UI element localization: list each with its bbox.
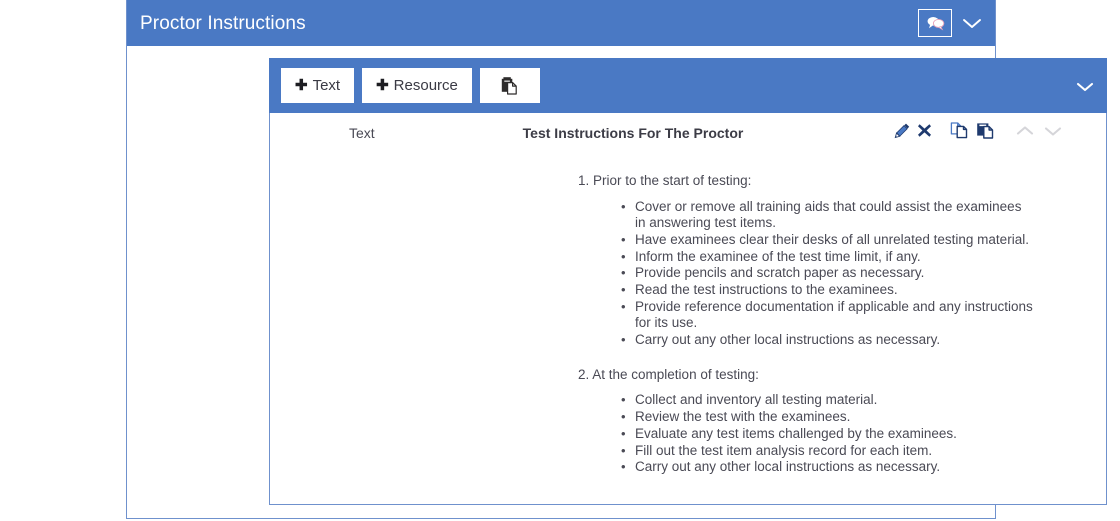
instruction-content-card: Text Test Instructions For The Proctor 1… (269, 113, 1107, 505)
paste-icon[interactable] (976, 121, 996, 140)
editor-toolbar-actions (1074, 79, 1096, 93)
panel-header-actions (918, 9, 983, 37)
app-root: Proctor Instructions ✚ Text ✚ Resource T… (0, 0, 1120, 521)
list-item: Provide pencils and scratch paper as nec… (621, 265, 1035, 282)
editor-toolbar: ✚ Text ✚ Resource (269, 58, 1107, 113)
paste-button[interactable] (479, 68, 540, 103)
panel-header: Proctor Instructions (127, 0, 995, 46)
instruction-document-body: 1. Prior to the start of testing: Cover … (270, 155, 1106, 476)
add-text-button[interactable]: ✚ Text (281, 68, 355, 103)
list-item: Provide reference documentation if appli… (621, 299, 1035, 332)
content-row-actions (894, 121, 1064, 140)
list-item: Inform the examinee of the test time lim… (621, 249, 1035, 266)
move-down-icon[interactable] (1042, 124, 1064, 138)
proctor-instructions-panel: Proctor Instructions ✚ Text ✚ Resource T… (126, 0, 1107, 519)
page-title: Proctor Instructions (140, 12, 306, 34)
list-item: Cover or remove all training aids that c… (621, 199, 1035, 232)
list-item: Fill out the test item analysis record f… (621, 443, 1035, 460)
editor-collapse-chevron-down-icon[interactable] (1074, 79, 1096, 93)
paste-icon (502, 76, 518, 95)
instruction-editor: ✚ Text ✚ Resource Text Test Instructions… (269, 58, 1107, 505)
add-text-label: Text (312, 77, 341, 94)
list-item: Carry out any other local instructions a… (621, 459, 1035, 476)
list-item: Evaluate any test items challenged by th… (621, 426, 1035, 443)
add-resource-button[interactable]: ✚ Resource (362, 68, 472, 103)
list-item: Have examinees clear their desks of all … (621, 232, 1035, 249)
section-list-2: Collect and inventory all testing materi… (270, 392, 1106, 476)
section-list-1: Cover or remove all training aids that c… (270, 199, 1106, 349)
plus-icon: ✚ (295, 77, 308, 94)
move-up-icon[interactable] (1014, 124, 1036, 138)
list-item: Collect and inventory all testing materi… (621, 392, 1035, 409)
edit-icon[interactable] (894, 122, 911, 139)
content-row-header: Text Test Instructions For The Proctor (270, 113, 1106, 155)
list-item: Review the test with the examinees. (621, 409, 1035, 426)
copy-icon[interactable] (950, 121, 970, 140)
plus-icon: ✚ (376, 77, 389, 94)
section-heading-2: 2. At the completion of testing: (578, 366, 759, 382)
list-item: Carry out any other local instructions a… (621, 332, 1035, 349)
list-item: Read the test instructions to the examin… (621, 282, 1035, 299)
panel-collapse-chevron-down-icon[interactable] (961, 16, 983, 30)
delete-icon[interactable] (917, 123, 932, 138)
add-resource-label: Resource (393, 77, 458, 94)
chat-bubble-icon[interactable] (918, 9, 952, 37)
section-heading-1: 1. Prior to the start of testing: (578, 173, 752, 188)
